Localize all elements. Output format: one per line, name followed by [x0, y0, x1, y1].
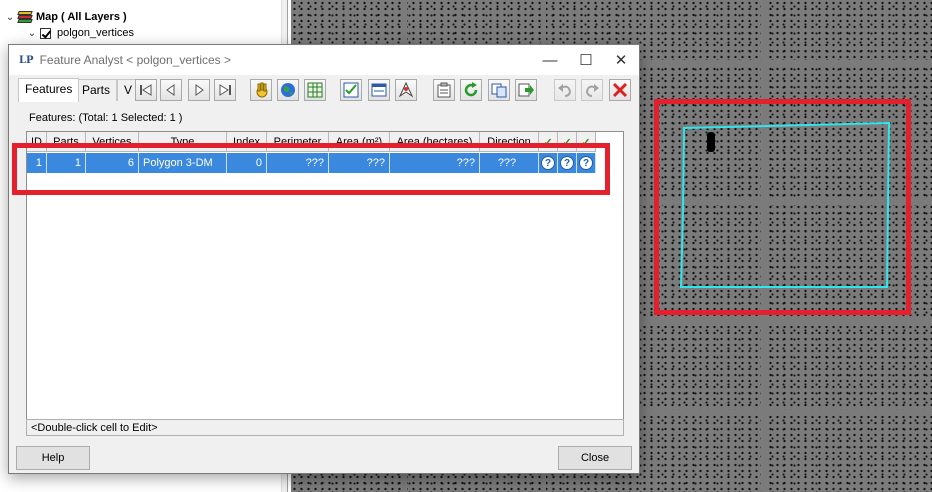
previous-record-button[interactable]	[160, 79, 182, 101]
next-record-button[interactable]	[188, 79, 210, 101]
table-row[interactable]: 1 1 6 Polygon 3-DM 0 ??? ??? ??? ??? ? ?…	[27, 153, 596, 173]
dialog-title: Feature Analyst < polgon_vertices >	[39, 53, 232, 67]
cell-status-1[interactable]: ?	[539, 153, 558, 173]
map-dark-feature	[707, 132, 715, 152]
delete-icon	[612, 82, 628, 98]
column-header-direction[interactable]: Direction	[480, 132, 539, 152]
tree-root-row[interactable]: ⌄ Map ( All Layers )	[4, 9, 127, 25]
undo-icon	[558, 84, 572, 97]
redo-button[interactable]	[581, 79, 603, 101]
globe-button[interactable]	[277, 79, 299, 101]
tab-features[interactable]: Features	[18, 78, 80, 102]
tree-layer-label: polgon_vertices	[57, 27, 135, 39]
cell-index[interactable]: 0	[227, 153, 267, 173]
cell-status-2[interactable]: ?	[558, 153, 577, 173]
features-summary: Features: (Total: 1 Selected: 1 )	[29, 112, 183, 124]
cell-direction[interactable]: ???	[480, 153, 539, 173]
first-record-button[interactable]	[135, 79, 157, 101]
pan-button[interactable]	[250, 79, 272, 101]
delete-button[interactable]	[609, 79, 631, 101]
copy-button[interactable]	[488, 79, 510, 101]
close-window-button[interactable]: ✕	[604, 45, 638, 75]
cell-area-hectares[interactable]: ???	[390, 153, 480, 173]
column-header-parts[interactable]: Parts	[47, 132, 86, 152]
refresh-icon	[464, 82, 478, 97]
question-icon: ?	[579, 156, 593, 170]
cell-parts[interactable]: 1	[47, 153, 86, 173]
pan-hand-icon	[256, 82, 268, 98]
column-header-check-3[interactable]: ✓	[577, 132, 596, 152]
refresh-button[interactable]	[460, 79, 482, 101]
column-header-type[interactable]: Type	[139, 132, 227, 152]
properties-icon	[437, 82, 451, 98]
layer-visibility-checkbox[interactable]	[40, 27, 51, 39]
help-button[interactable]: Help	[16, 446, 90, 470]
app-logo: LP	[19, 54, 34, 66]
question-icon: ?	[560, 156, 574, 170]
map-road	[761, 0, 767, 492]
check-list-button[interactable]	[340, 79, 362, 101]
maximize-button[interactable]: ☐	[569, 45, 603, 75]
cell-area-m2[interactable]: ???	[329, 153, 390, 173]
column-header-vertices[interactable]: Vertices	[86, 132, 139, 152]
last-record-icon	[219, 84, 231, 96]
layers-icon	[17, 11, 33, 23]
tree-layer-row[interactable]: ⌄ polgon_vertices	[26, 25, 134, 41]
features-grid[interactable]: ID Parts Vertices Type Index Perimeter A…	[26, 131, 624, 420]
close-button[interactable]: Close	[558, 446, 632, 470]
column-header-check-1[interactable]: ✓	[539, 132, 558, 152]
redo-icon	[585, 84, 599, 97]
check-list-icon	[343, 82, 359, 98]
last-record-button[interactable]	[214, 79, 236, 101]
properties-button[interactable]	[433, 79, 455, 101]
export-button[interactable]	[515, 79, 537, 101]
first-record-icon	[140, 84, 152, 96]
pin-icon	[398, 82, 414, 98]
question-icon: ?	[541, 156, 555, 170]
dialog-titlebar[interactable]: LP Feature Analyst < polgon_vertices > —…	[9, 45, 639, 75]
copy-icon	[491, 83, 507, 98]
chevron-down-icon[interactable]: ⌄	[4, 12, 16, 23]
column-header-check-2[interactable]: ✓	[558, 132, 577, 152]
globe-icon	[281, 83, 295, 97]
cell-vertices[interactable]: 6	[86, 153, 139, 173]
column-header-perimeter[interactable]: Perimeter	[267, 132, 329, 152]
column-header-area-m2[interactable]: Area (m²)	[329, 132, 390, 152]
previous-record-icon	[166, 84, 175, 96]
form-button[interactable]	[368, 79, 390, 101]
column-header-index[interactable]: Index	[227, 132, 267, 152]
cell-id[interactable]: 1	[27, 153, 47, 173]
undo-button[interactable]	[554, 79, 576, 101]
tree-root-label: Map ( All Layers )	[36, 11, 127, 23]
pin-button[interactable]	[395, 79, 417, 101]
export-icon	[518, 83, 534, 97]
chevron-down-icon[interactable]: ⌄	[26, 28, 38, 39]
tab-parts[interactable]: Parts	[75, 79, 118, 101]
cell-type[interactable]: Polygon 3-DM	[139, 153, 227, 173]
form-icon	[371, 83, 387, 97]
next-record-icon	[195, 84, 204, 96]
column-header-id[interactable]: ID	[27, 132, 47, 152]
feature-analyst-dialog: LP Feature Analyst < polgon_vertices > —…	[8, 44, 640, 474]
table-icon	[307, 82, 323, 98]
cell-status-3[interactable]: ?	[577, 153, 596, 173]
cell-perimeter[interactable]: ???	[267, 153, 329, 173]
status-bar: <Double-click cell to Edit>	[26, 419, 624, 436]
grid-header: ID Parts Vertices Type Index Perimeter A…	[27, 132, 596, 152]
table-button[interactable]	[304, 79, 326, 101]
column-header-area-hectares[interactable]: Area (hectares)	[390, 132, 480, 152]
minimize-button[interactable]: —	[533, 45, 567, 75]
